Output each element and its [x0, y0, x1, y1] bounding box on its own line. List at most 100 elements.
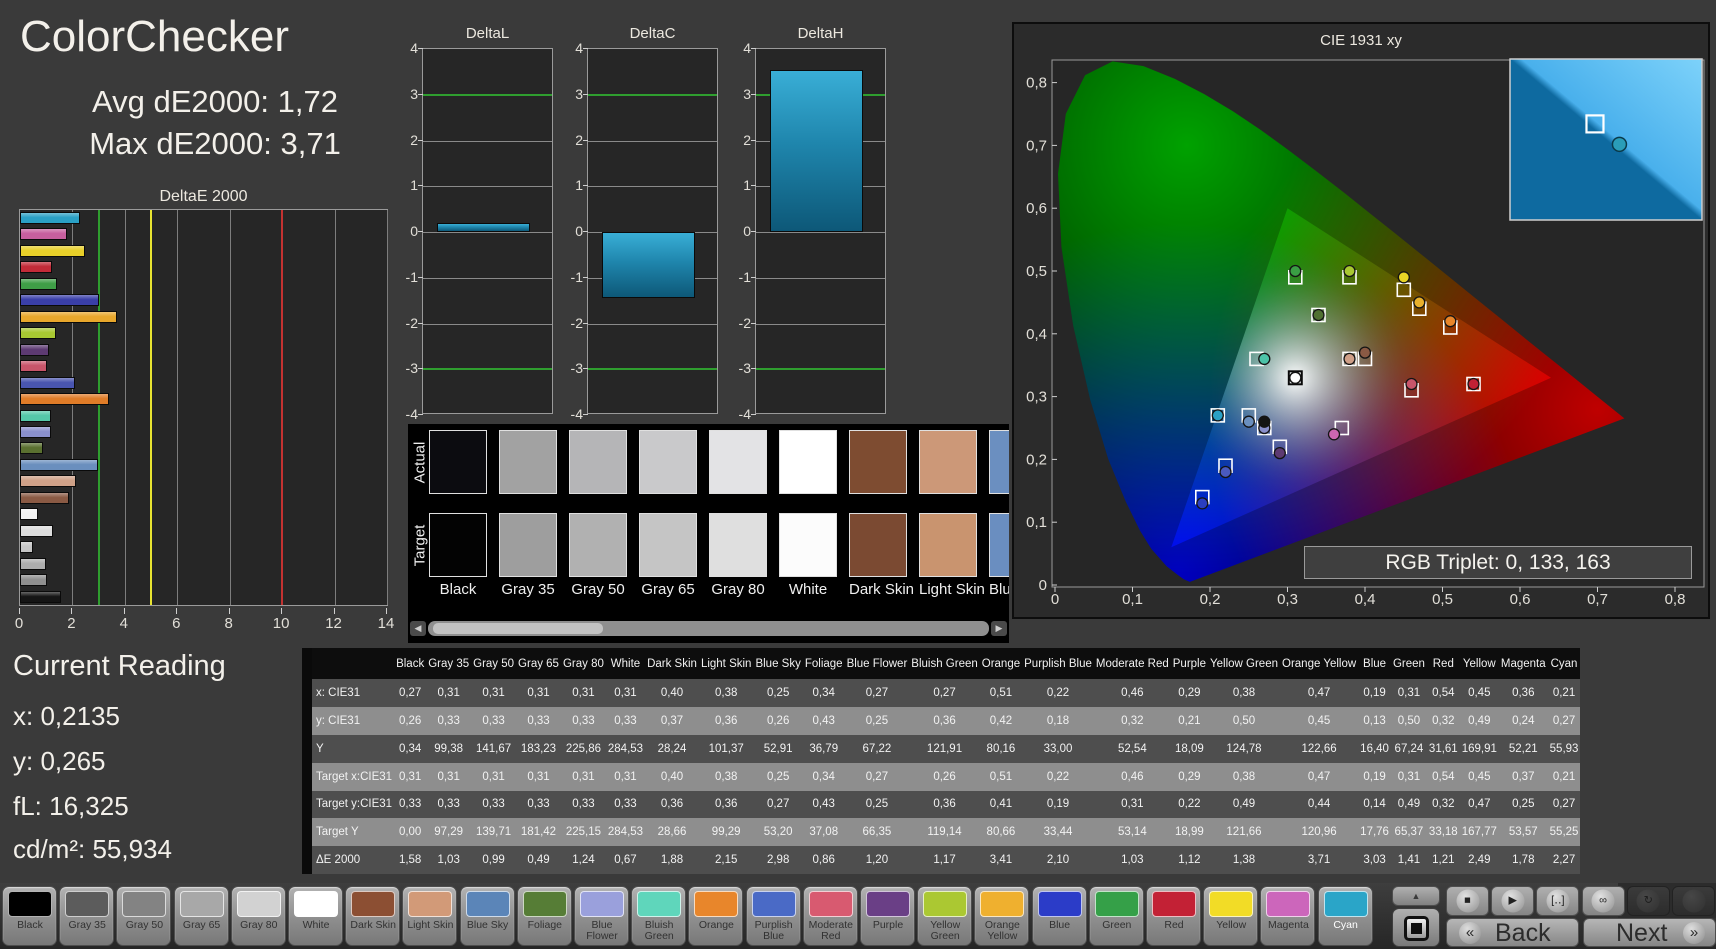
current-reading-fl: fL: 16,325	[13, 791, 129, 822]
cie-measured-point-white	[1290, 372, 1301, 383]
table-cell: 18,99	[1171, 818, 1208, 846]
mini-axis-tick	[751, 323, 756, 324]
patch-button-purplish-blue[interactable]: Purplish Blue	[746, 886, 801, 946]
patch-button-bluish-green[interactable]: Bluish Green	[631, 886, 686, 946]
deltae-bar	[20, 426, 51, 438]
measurement-table: BlackGray 35Gray 50Gray 65Gray 80WhiteDa…	[302, 648, 1404, 874]
patch-button-yellow-green[interactable]: Yellow Green	[917, 886, 972, 946]
table-column-header: Bluish Green	[909, 648, 979, 679]
deltae-gridline	[72, 210, 73, 605]
table-row-label: y: CIE31	[312, 707, 394, 735]
patch-button-purple[interactable]: Purple	[860, 886, 915, 946]
table-row-label: Y	[312, 735, 394, 763]
patch-button-green[interactable]: Green	[1089, 886, 1144, 946]
actual-swatch	[849, 430, 907, 494]
next-button[interactable]: Next»	[1583, 918, 1716, 947]
cie-measured-point-blue-sky	[1243, 416, 1254, 427]
patch-button-dark-skin[interactable]: Dark Skin	[345, 886, 400, 946]
pattern-window-button[interactable]	[1392, 908, 1440, 947]
table-cell: 3,41	[980, 846, 1022, 874]
swatch-scrollbar[interactable]	[428, 621, 989, 636]
patch-button-foliage[interactable]: Foliage	[517, 886, 572, 946]
table-cell: 0,31	[426, 763, 471, 791]
patch-label: Cyan	[1320, 920, 1372, 931]
patch-button-cyan[interactable]: Cyan	[1318, 886, 1373, 946]
blank-button	[1672, 886, 1715, 916]
table-header-row: BlackGray 35Gray 50Gray 65Gray 80WhiteDa…	[312, 648, 1580, 679]
swatch-scroll-right-arrow[interactable]: ▶	[991, 621, 1007, 636]
table-cell: 0,21	[1548, 679, 1581, 707]
patch-button-red[interactable]: Red	[1146, 886, 1201, 946]
cie-zoom-inset	[1510, 59, 1702, 220]
table-cell: 0,19	[1022, 791, 1094, 819]
mini-gridline	[588, 141, 717, 142]
patch-button-magenta[interactable]: Magenta	[1260, 886, 1315, 946]
patch-swatch	[1209, 891, 1253, 917]
table-cell: 0,38	[1208, 763, 1280, 791]
patch-button-yellow[interactable]: Yellow	[1203, 886, 1258, 946]
patch-button-gray-80[interactable]: Gray 80	[231, 886, 286, 946]
table-column-header: Orange	[980, 648, 1022, 679]
patch-button-blue-flower[interactable]: Blue Flower	[574, 886, 629, 946]
table-cell: 2,10	[1022, 846, 1094, 874]
table-cell: 66,35	[845, 818, 910, 846]
table-cell: 183,23	[516, 735, 561, 763]
mini-axis-label: -1	[392, 269, 418, 285]
table-column-header: Moderate Red	[1094, 648, 1171, 679]
patch-button-orange-yellow[interactable]: Orange Yellow	[974, 886, 1029, 946]
table-row-label: ΔE 2000	[312, 846, 394, 874]
infinity-button[interactable]: ∞	[1582, 886, 1625, 916]
patch-button-gray-50[interactable]: Gray 50	[116, 886, 171, 946]
table-row: x: CIE310,270,310,310,310,310,310,400,38…	[312, 679, 1580, 707]
swatch-scroll-left-arrow[interactable]: ◀	[410, 621, 426, 636]
patch-button-gray-35[interactable]: Gray 35	[59, 886, 114, 946]
pattern-up-button[interactable]: ▲	[1392, 886, 1440, 906]
table-cell: 0,99	[471, 846, 516, 874]
table-cell: 124,78	[1208, 735, 1280, 763]
patch-swatch	[809, 891, 853, 917]
patch-button-white[interactable]: White	[288, 886, 343, 946]
play-button[interactable]: ▶	[1491, 886, 1534, 916]
mini-axis-label: 4	[392, 40, 418, 56]
table-cell: 0,25	[753, 679, 802, 707]
mini-reference-line	[588, 368, 717, 370]
table-cell: 0,33	[561, 791, 606, 819]
patch-label: Black	[4, 920, 56, 931]
patch-swatch	[637, 891, 681, 917]
deltae-axis-tick	[334, 608, 335, 614]
patch-button-black[interactable]: Black	[2, 886, 57, 946]
table-cell: 0,47	[1460, 791, 1499, 819]
patch-button-blue-sky[interactable]: Blue Sky	[460, 886, 515, 946]
mini-axis-tick	[583, 231, 588, 232]
patch-button-light-skin[interactable]: Light Skin	[402, 886, 457, 946]
patch-button-blue[interactable]: Blue	[1032, 886, 1087, 946]
bracket-dots-button[interactable]: [‥]	[1536, 886, 1579, 916]
mini-axis-label: -2	[725, 315, 751, 331]
table-cell: 122,66	[1280, 735, 1358, 763]
mini-axis-label: -1	[557, 269, 583, 285]
stop-button[interactable]: ■	[1446, 886, 1489, 916]
patch-button-orange[interactable]: Orange	[688, 886, 743, 946]
mini-axis-label: -4	[392, 406, 418, 422]
table-cell: 0,00	[394, 818, 426, 846]
mini-axis-tick	[418, 94, 423, 95]
deltae-bar	[20, 508, 38, 520]
patch-button-moderate-red[interactable]: Moderate Red	[803, 886, 858, 946]
mini-axis-tick	[751, 94, 756, 95]
swatch-scrollbar-thumb[interactable]	[433, 623, 603, 634]
cie-y-axis-label: 0	[1039, 577, 1047, 594]
table-cell: 0,49	[1391, 791, 1427, 819]
stop-icon: ■	[1456, 890, 1479, 913]
table-cell: 0,14	[1358, 791, 1391, 819]
cie-measured-point-purple	[1274, 448, 1285, 459]
patch-swatch	[1152, 891, 1196, 917]
table-cell: 1,78	[1499, 846, 1548, 874]
back-button[interactable]: «Back	[1446, 918, 1579, 947]
patch-button-gray-65[interactable]: Gray 65	[174, 886, 229, 946]
deltae-axis-label: 0	[15, 615, 23, 632]
current-reading-x: x: 0,2135	[13, 701, 120, 732]
patch-label: Yellow	[1205, 920, 1257, 931]
deltae-axis-label: 4	[120, 615, 128, 632]
table-cell: 167,77	[1460, 818, 1499, 846]
table-cell: 101,37	[699, 735, 754, 763]
